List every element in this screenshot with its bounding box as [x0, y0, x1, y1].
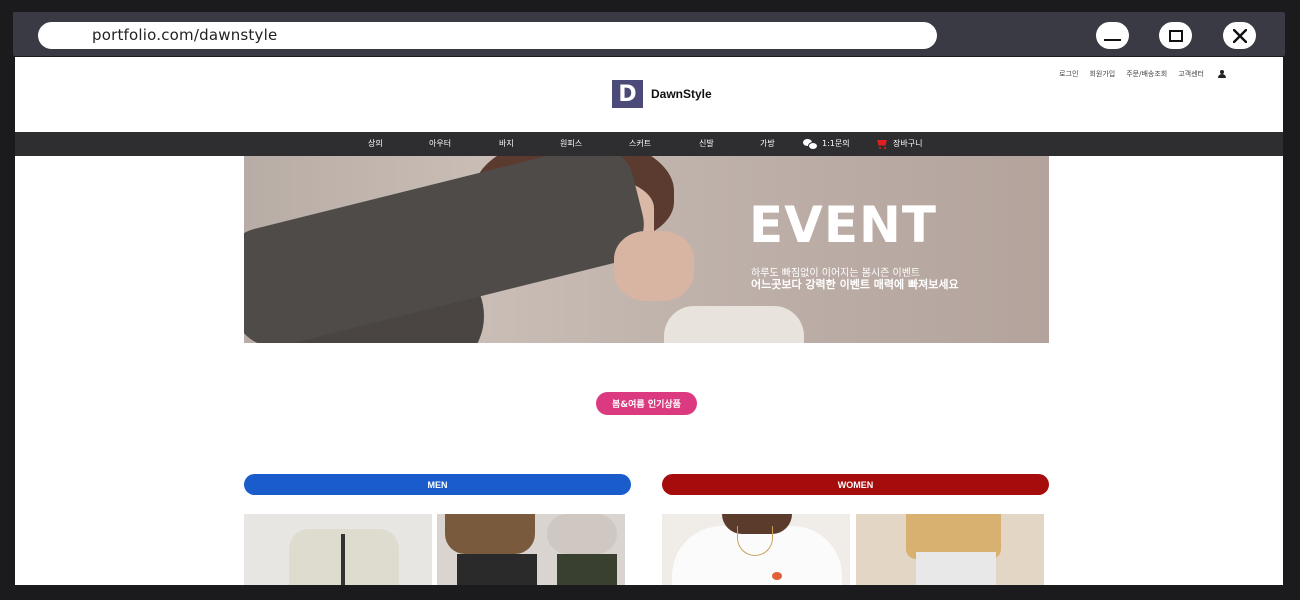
- product-card[interactable]: [856, 514, 1044, 585]
- utility-links: 로그인 회원가입 주문/배송조회 고객센터: [1059, 69, 1227, 79]
- product-card[interactable]: [244, 514, 432, 585]
- banner-photo-shirt: [664, 306, 804, 343]
- product-image-top: [445, 514, 535, 554]
- chat-icon: [803, 138, 818, 150]
- product-image-pants: [557, 554, 617, 585]
- product-card[interactable]: [437, 514, 625, 585]
- product-card[interactable]: [662, 514, 850, 585]
- event-banner[interactable]: EVENT 하루도 빠짐없이 이어지는 봄시즌 이벤트 어느곳보다 강력한 이벤…: [244, 156, 1049, 343]
- login-link[interactable]: 로그인: [1059, 69, 1078, 79]
- nav-item-tops[interactable]: 상의: [368, 138, 383, 149]
- product-image-pants: [457, 554, 537, 585]
- nav-item-inquiry[interactable]: 1:1문의: [803, 138, 850, 150]
- banner-title: EVENT: [749, 196, 937, 254]
- logo-text: DawnStyle: [651, 87, 712, 101]
- popular-products-badge[interactable]: 봄&여름 인기상품: [596, 392, 697, 415]
- site-header: 로그인 회원가입 주문/배송조회 고객센터 D DawnStyle: [15, 57, 1283, 132]
- nav-item-shoes[interactable]: 신발: [699, 138, 714, 149]
- site-logo[interactable]: D DawnStyle: [612, 80, 712, 108]
- product-image-jeans: [916, 552, 996, 585]
- nav-item-cart[interactable]: 장바구니: [876, 138, 922, 149]
- order-tracking-link[interactable]: 주문/배송조회: [1126, 69, 1167, 79]
- close-button[interactable]: [1223, 22, 1256, 49]
- browser-window: portfolio.com/dawnstyle 로그인 회원가입 주문/배송조회…: [0, 0, 1300, 600]
- address-bar[interactable]: portfolio.com/dawnstyle: [38, 22, 937, 49]
- nav-item-skirts[interactable]: 스커트: [629, 138, 651, 149]
- maximize-button[interactable]: [1159, 22, 1192, 49]
- product-image-zip: [341, 534, 345, 585]
- close-icon: [1232, 28, 1247, 43]
- minimize-button[interactable]: [1096, 22, 1129, 49]
- nav-item-outer[interactable]: 아우터: [429, 138, 451, 149]
- nav-item-pants[interactable]: 바지: [499, 138, 514, 149]
- product-image-arm: [547, 514, 617, 554]
- women-category-bar[interactable]: WOMEN: [662, 474, 1049, 495]
- url-text[interactable]: portfolio.com/dawnstyle: [92, 26, 277, 44]
- page-viewport: 로그인 회원가입 주문/배송조회 고객센터 D DawnStyle 상의 아우터…: [15, 57, 1283, 585]
- banner-subtitle-2: 어느곳보다 강력한 이벤트 매력에 빠져보세요: [751, 278, 959, 291]
- product-image-print: [772, 572, 782, 580]
- banner-photo-hand: [614, 231, 694, 301]
- maximize-icon: [1168, 29, 1183, 42]
- cart-icon: [876, 139, 888, 149]
- main-nav: 상의 아우터 바지 원피스 스커트 신발 가방 1:1문의 장바구니: [15, 132, 1283, 156]
- logo-mark: D: [612, 80, 643, 108]
- customer-center-link[interactable]: 고객센터: [1178, 69, 1204, 79]
- user-icon[interactable]: [1217, 69, 1227, 79]
- signup-link[interactable]: 회원가입: [1089, 69, 1115, 79]
- nav-item-dresses[interactable]: 원피스: [560, 138, 582, 149]
- men-category-bar[interactable]: MEN: [244, 474, 631, 495]
- minimize-icon: [1104, 39, 1121, 41]
- nav-item-bags[interactable]: 가방: [760, 138, 775, 149]
